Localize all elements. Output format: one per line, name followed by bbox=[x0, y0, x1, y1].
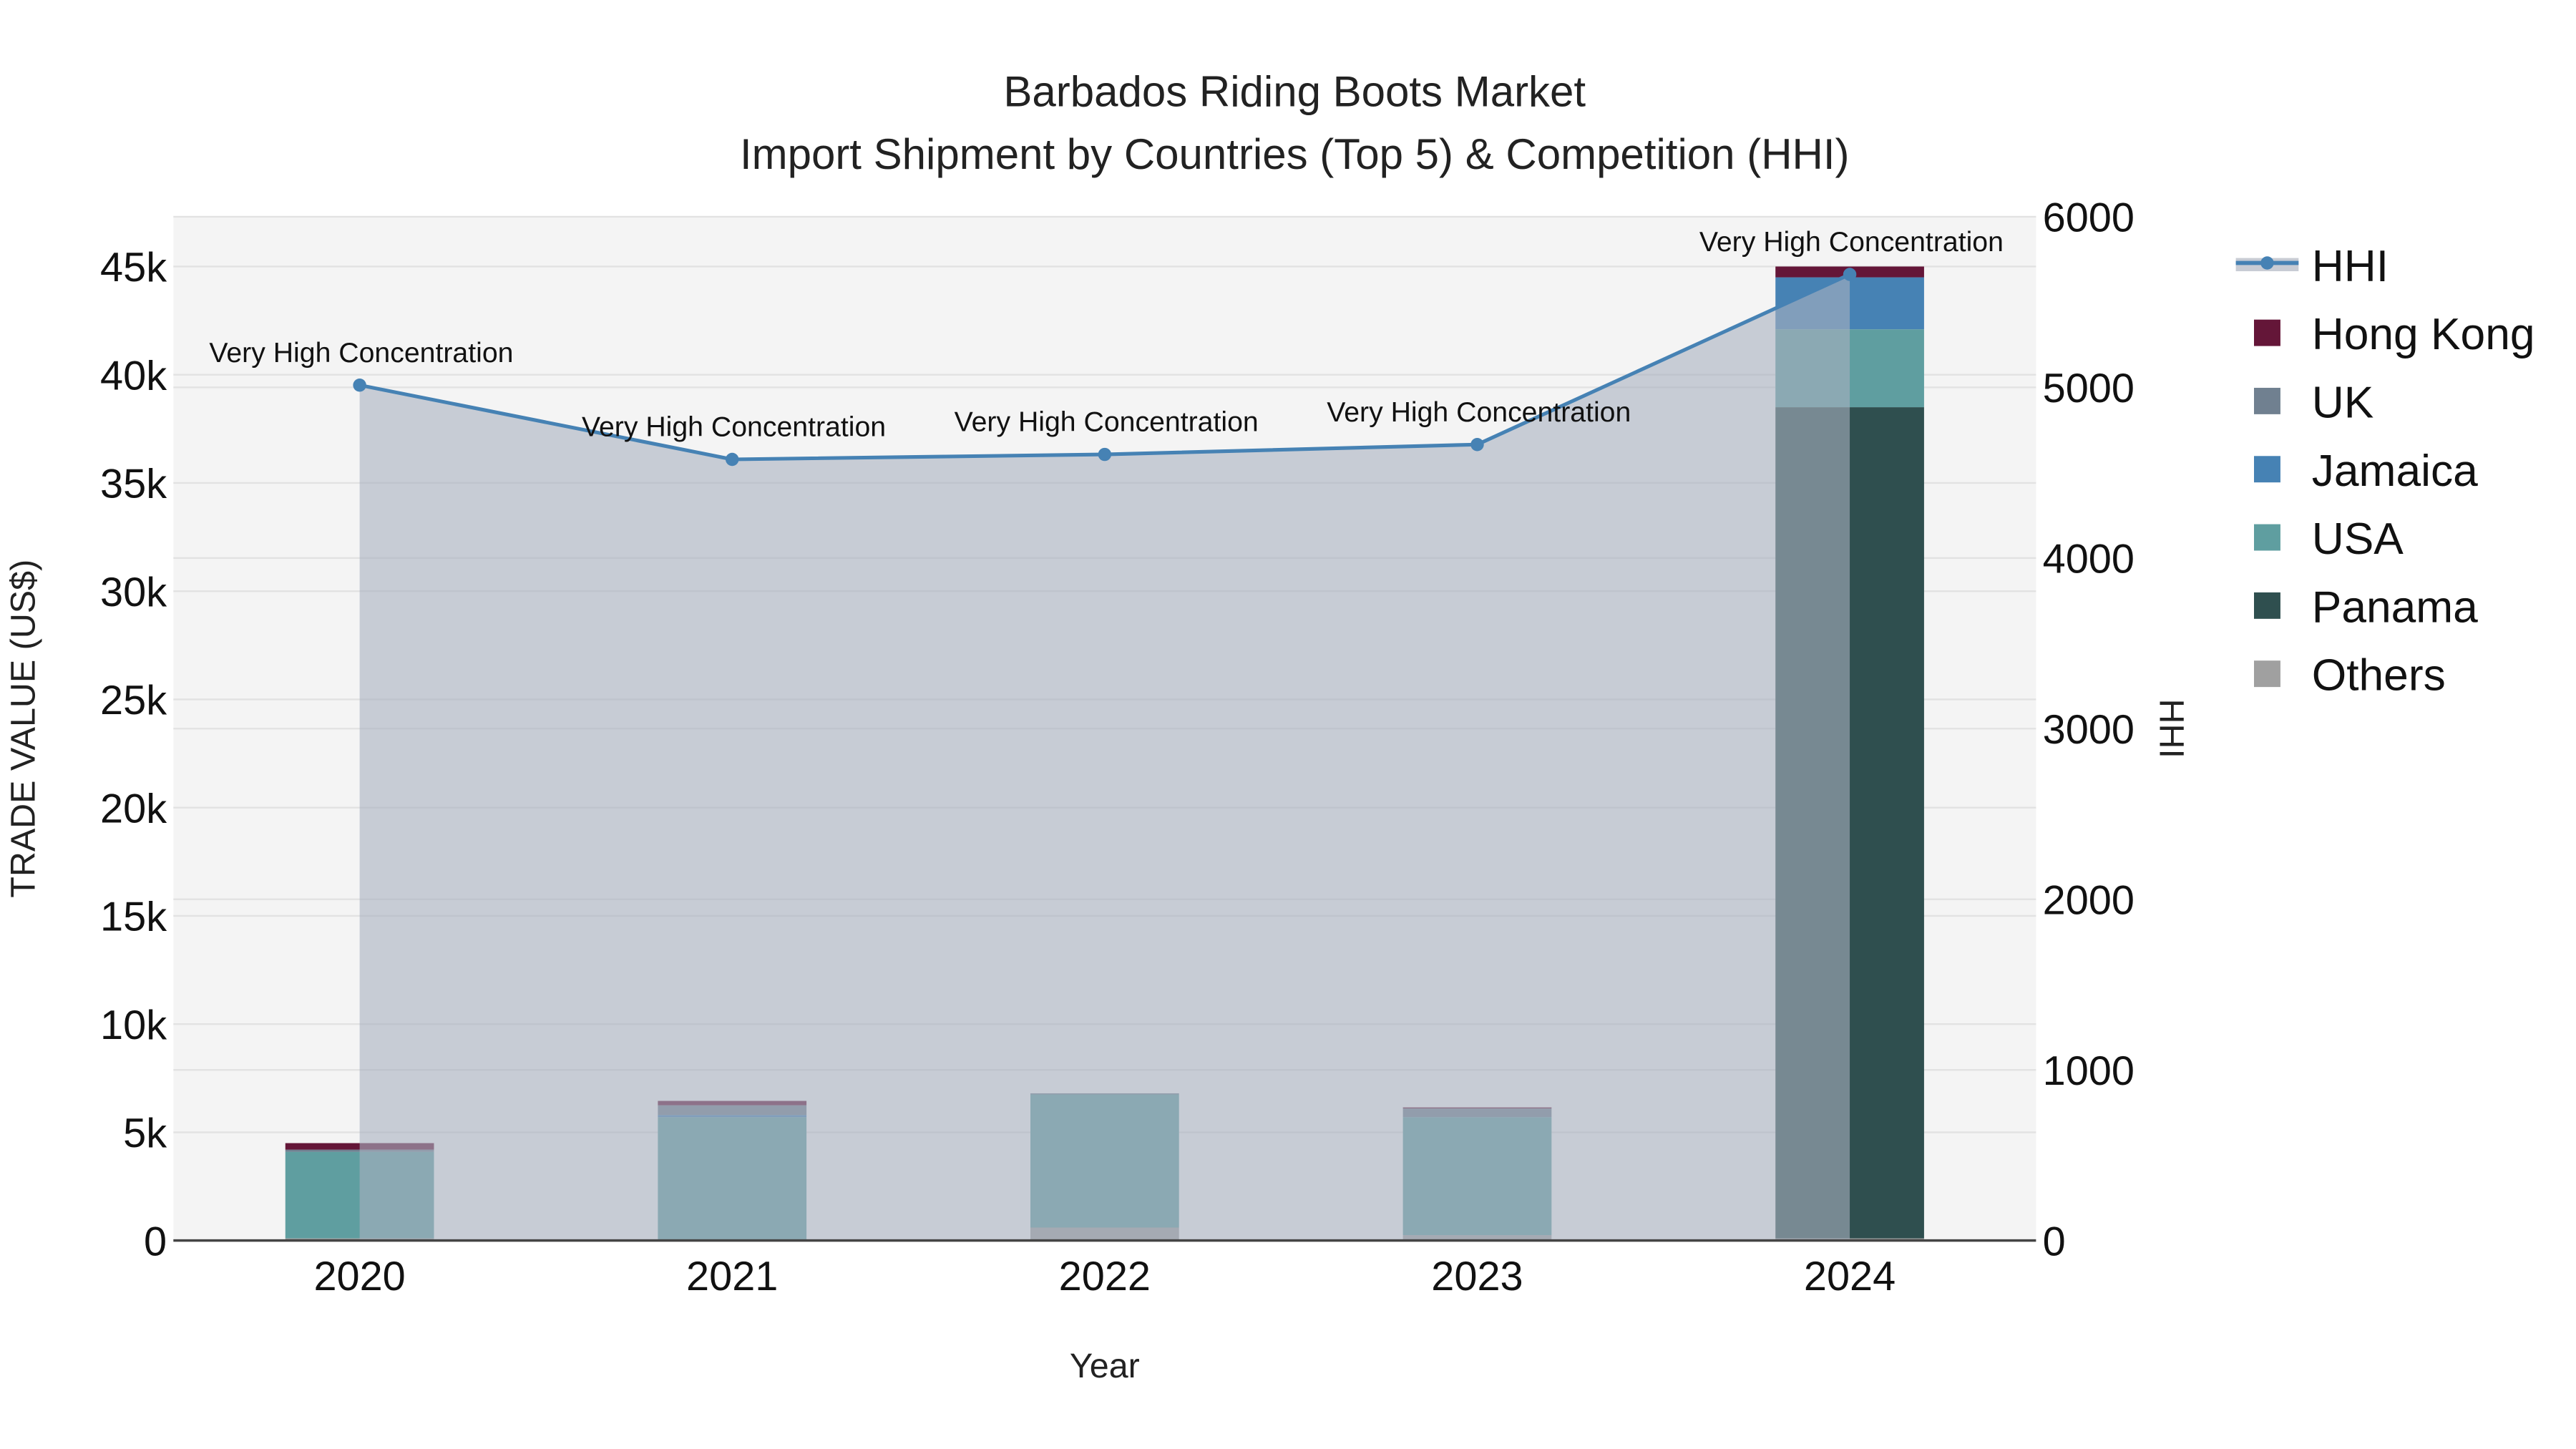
y-tick-label: 35k bbox=[100, 462, 167, 507]
y-tick-label: 25k bbox=[100, 678, 167, 723]
y2-tick-label: 4000 bbox=[2043, 537, 2135, 582]
legend-label: Panama bbox=[2312, 582, 2478, 632]
hhi-annotation: Very High Concentration bbox=[582, 411, 886, 443]
x-tick-label: 2023 bbox=[1431, 1254, 1523, 1299]
y-tick-label: 10k bbox=[100, 1002, 167, 1048]
y-tick-label: 40k bbox=[100, 353, 167, 399]
legend-swatch-panama bbox=[2254, 592, 2280, 619]
y2-axis-title: HHI bbox=[2152, 699, 2190, 758]
x-axis-title: Year bbox=[1070, 1347, 1140, 1385]
hhi-point bbox=[353, 379, 366, 392]
y-tick-label: 30k bbox=[100, 570, 167, 615]
y2-tick-label: 2000 bbox=[2043, 877, 2135, 923]
legend-swatch-hong-kong bbox=[2254, 319, 2280, 346]
chart: Barbados Riding Boots Market Import Ship… bbox=[4, 67, 2535, 1385]
y-axis-title: TRADE VALUE (US$) bbox=[4, 560, 42, 898]
legend-label: Hong Kong bbox=[2312, 310, 2535, 359]
legend-label: USA bbox=[2312, 514, 2404, 564]
legend-label: Others bbox=[2312, 651, 2446, 701]
x-tick-label: 2020 bbox=[313, 1254, 405, 1299]
hhi-annotation: Very High Concentration bbox=[1699, 226, 2004, 258]
hhi-point bbox=[726, 452, 739, 467]
y-tick-label: 15k bbox=[100, 894, 167, 940]
legend-label: HHI bbox=[2312, 242, 2389, 291]
y-tick-label: 20k bbox=[100, 786, 167, 831]
y2-tick-label: 1000 bbox=[2043, 1048, 2135, 1094]
hhi-point bbox=[1843, 268, 1857, 281]
chart-title-line2: Import Shipment by Countries (Top 5) & C… bbox=[740, 130, 1850, 178]
y-tick-label: 0 bbox=[144, 1219, 167, 1264]
hhi-annotation: Very High Concentration bbox=[209, 337, 513, 369]
y-tick-label: 5k bbox=[123, 1111, 167, 1156]
legend-label: Jamaica bbox=[2312, 447, 2478, 496]
y2-tick-label: 3000 bbox=[2043, 707, 2135, 753]
x-tick-label: 2022 bbox=[1059, 1254, 1151, 1299]
x-tick-label: 2024 bbox=[1804, 1254, 1896, 1299]
y2-tick-label: 6000 bbox=[2043, 195, 2135, 241]
y2-tick-label: 0 bbox=[2043, 1219, 2066, 1264]
hhi-annotation: Very High Concentration bbox=[955, 406, 1259, 438]
hhi-point bbox=[1470, 438, 1484, 452]
legend-swatch-others bbox=[2254, 660, 2280, 688]
legend-swatch-jamaica bbox=[2254, 456, 2280, 483]
legend-label: UK bbox=[2312, 379, 2374, 428]
y-tick-label: 45k bbox=[100, 245, 167, 291]
y2-tick-label: 5000 bbox=[2043, 366, 2135, 411]
x-tick-label: 2021 bbox=[686, 1254, 778, 1299]
legend-swatch-uk bbox=[2254, 387, 2280, 414]
legend-swatch-usa bbox=[2254, 524, 2280, 551]
legend-hhi-marker bbox=[2260, 256, 2274, 270]
hhi-point bbox=[1098, 447, 1112, 462]
chart-title-line1: Barbados Riding Boots Market bbox=[1003, 67, 1586, 115]
hhi-annotation: Very High Concentration bbox=[1327, 396, 1631, 428]
legend: HHI Hong Kong UK Jamaica USA Panama Others bbox=[2235, 242, 2535, 701]
